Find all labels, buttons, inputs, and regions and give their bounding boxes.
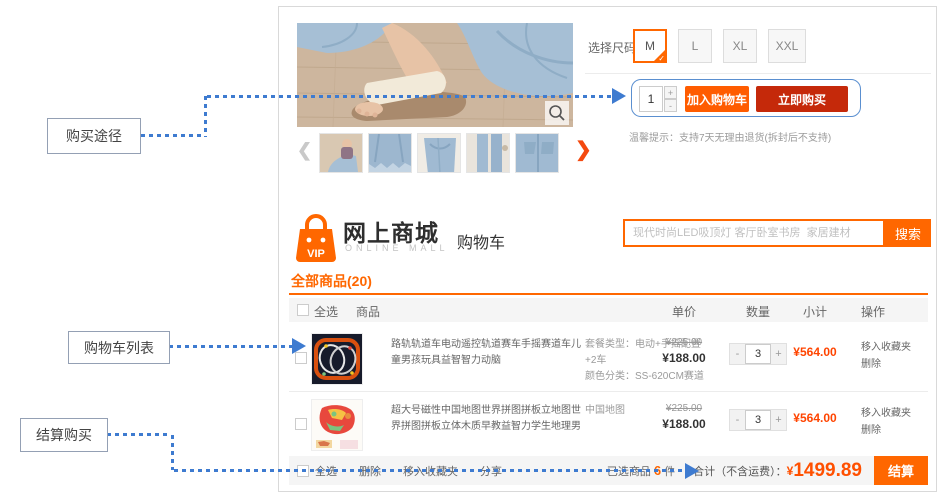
checkout-button[interactable]: 结算 (874, 456, 928, 485)
row2-product-image[interactable] (311, 399, 363, 451)
row2-quantity-stepper: - + (729, 409, 787, 431)
row2-current-price: ¥188.00 (649, 417, 719, 431)
thumbnail-2[interactable] (368, 133, 412, 173)
annotation-checkout: 结算购买 (20, 418, 108, 452)
mall-logo[interactable]: VIP (293, 213, 339, 268)
row1-move-to-favorites[interactable]: 移入收藏夹 (861, 339, 911, 356)
annotation-cart-list: 购物车列表 (68, 331, 170, 364)
total-currency: ¥ (787, 464, 794, 478)
page-title: 购物车 (457, 229, 505, 253)
row1-quantity-stepper: - + (729, 343, 787, 365)
row2-original-price: ¥225.00 (649, 403, 719, 414)
header-product: 商品 (356, 303, 380, 320)
row1-qty-increase[interactable]: + (771, 344, 786, 364)
annotation-purchase-path: 购买途径 (47, 118, 141, 154)
annotation-line-2 (169, 345, 292, 348)
buy-now-button[interactable]: 立即购买 (756, 86, 848, 112)
row2-subtotal: ¥564.00 (785, 411, 845, 425)
header-subtotal: 小计 (795, 303, 835, 320)
row1-price-block: ¥225.00 ¥188.00 (649, 337, 719, 365)
size-chip-m[interactable]: M ✓ (633, 29, 667, 63)
annotation-arrow-1 (612, 88, 626, 104)
annotation-line-3a (107, 433, 171, 436)
annotation-line-1a (141, 134, 205, 137)
row2-checkbox[interactable] (295, 418, 307, 430)
row1-product-image[interactable] (311, 333, 363, 385)
tab-underline (289, 293, 928, 295)
cart-row-1: 路轨轨道车电动遥控轨道赛车手摇赛道车儿童男孩玩具益智智力动脑 套餐类型：电动+手… (289, 327, 928, 392)
quantity-input[interactable] (639, 86, 663, 112)
gallery-prev-icon[interactable]: ❮ (297, 140, 312, 161)
cart-row-2: 超大号磁性中国地图世界拼图拼板立地图世界拼图拼板立体木质早教益智力学生地理男 中… (289, 393, 928, 457)
cart-table-header: 全选 商品 单价 数量 小计 操作 (289, 298, 928, 322)
size-chip-l-label: L (692, 39, 699, 53)
thumbnail-1[interactable] (319, 133, 363, 173)
quantity-decrease-button[interactable]: - (664, 99, 677, 112)
shop-card: ❮ ❯ 选择尺码: M ✓ L XL XXL + - (278, 6, 937, 492)
product-main-image[interactable] (297, 23, 573, 127)
china-map-puzzle-image (312, 400, 362, 450)
size-label: 选择尺码: (588, 39, 639, 56)
annotation-line-3b (171, 435, 174, 470)
row2-qty-decrease[interactable]: - (730, 410, 745, 430)
search-button[interactable]: 搜索 (885, 219, 931, 247)
size-chip-xxl-label: XXL (776, 39, 799, 53)
quantity-increase-button[interactable]: + (664, 86, 677, 99)
sandal-photo (297, 23, 573, 127)
add-to-cart-button[interactable]: 加入购物车 (685, 86, 749, 112)
row2-move-to-favorites[interactable]: 移入收藏夹 (861, 405, 911, 422)
row1-actions: 移入收藏夹 删除 (861, 339, 911, 373)
size-chip-xl-label: XL (733, 39, 748, 53)
thumbnail-4[interactable] (466, 133, 510, 173)
size-chip-xl[interactable]: XL (723, 29, 757, 63)
vip-bag-icon: VIP (293, 213, 339, 263)
header-quantity: 数量 (738, 303, 778, 320)
select-all-checkbox[interactable] (297, 304, 309, 316)
annotation-arrow-3 (685, 463, 699, 479)
row2-price-block: ¥225.00 ¥188.00 (649, 403, 719, 431)
row1-spec-line2: 颜色分类：SS-620CM赛道 (585, 369, 705, 385)
row1-delete[interactable]: 删除 (861, 356, 911, 373)
mall-subtitle: ONLINE MALL (345, 243, 449, 253)
size-chip-l[interactable]: L (678, 29, 712, 63)
annotation-line-1b (204, 96, 207, 137)
row2-qty-increase[interactable]: + (771, 410, 786, 430)
row2-actions: 移入收藏夹 删除 (861, 405, 911, 439)
page: ❮ ❯ 选择尺码: M ✓ L XL XXL + - (0, 0, 940, 495)
row2-delete[interactable]: 删除 (861, 422, 911, 439)
thumbnail-5[interactable] (515, 133, 559, 173)
row1-qty-input[interactable] (745, 344, 771, 364)
return-policy-tip: 温馨提示：支持7天无理由退货(拆封后不支持) (629, 129, 831, 144)
search-input[interactable] (623, 219, 885, 247)
row1-subtotal: ¥564.00 (785, 345, 845, 359)
header-unit-price: 单价 (664, 303, 704, 320)
row1-current-price: ¥188.00 (649, 351, 719, 365)
zoom-image-button[interactable] (545, 101, 569, 125)
annotation-line-1c (207, 95, 612, 98)
annotation-line-3c (174, 469, 686, 472)
total-amount: 1499.89 (793, 460, 862, 482)
total-label: 合计（不含运费）： (693, 463, 787, 479)
row1-product-title[interactable]: 路轨轨道车电动遥控轨道赛车手摇赛道车儿童男孩玩具益智智力动脑 (391, 337, 581, 369)
row1-original-price: ¥225.00 (649, 337, 719, 348)
row1-qty-decrease[interactable]: - (730, 344, 745, 364)
magnifier-icon (548, 104, 566, 122)
tab-all-products[interactable]: 全部商品(20) (291, 271, 372, 291)
size-chip-xxl[interactable]: XXL (768, 29, 806, 63)
svg-text:VIP: VIP (307, 248, 325, 260)
row2-product-title[interactable]: 超大号磁性中国地图世界拼图拼板立地图世界拼图拼板立体木质早教益智力学生地理男 (391, 403, 581, 435)
check-icon: ✓ (658, 54, 665, 63)
annotation-arrow-2 (292, 338, 306, 354)
gallery-next-icon[interactable]: ❯ (575, 137, 592, 162)
thumbnail-3[interactable] (417, 133, 461, 173)
race-track-toy-image (312, 334, 362, 384)
row2-qty-input[interactable] (745, 410, 771, 430)
panel-divider (585, 73, 931, 74)
header-actions: 操作 (853, 303, 893, 320)
header-select-all: 全选 (314, 303, 338, 320)
